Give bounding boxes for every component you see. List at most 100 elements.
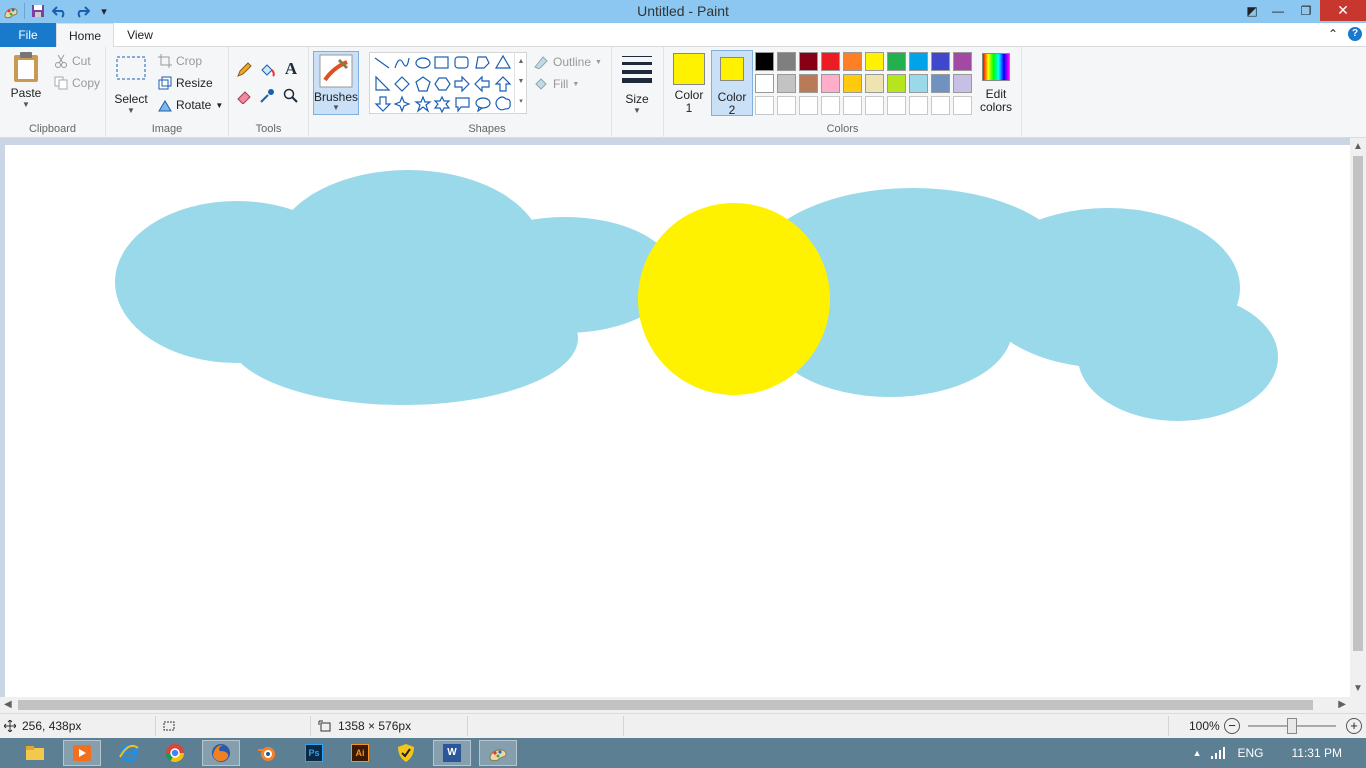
custom-color-slot[interactable]	[909, 96, 928, 115]
custom-color-slot[interactable]	[953, 96, 972, 115]
custom-color-slot[interactable]	[931, 96, 950, 115]
select-button[interactable]: Select ▼	[114, 55, 148, 115]
pencil-icon[interactable]	[235, 61, 253, 79]
palette-color-swatch[interactable]	[887, 52, 906, 71]
scroll-up-icon[interactable]: ▲	[1353, 141, 1363, 152]
custom-color-slot[interactable]	[777, 96, 796, 115]
scroll-right-icon[interactable]: ▶	[1338, 699, 1346, 710]
paint-taskbar-icon[interactable]	[479, 740, 517, 766]
scroll-left-icon[interactable]: ◀	[4, 699, 12, 710]
cloud-callout-shape-icon[interactable]	[495, 96, 511, 111]
palette-color-swatch[interactable]	[843, 52, 862, 71]
tab-home[interactable]: Home	[56, 23, 114, 48]
language-indicator[interactable]: ENG	[1238, 746, 1264, 760]
minimize-button[interactable]: —	[1264, 0, 1292, 21]
six-point-star-shape-icon[interactable]	[433, 95, 451, 114]
color2-button[interactable]: Color 2	[711, 50, 753, 116]
help-icon[interactable]: ?	[1348, 27, 1362, 41]
text-tool-icon[interactable]: A	[282, 59, 300, 78]
line-shape-icon[interactable]	[374, 57, 390, 69]
fill-button[interactable]: Fill ▼	[533, 77, 579, 91]
shapes-scroll[interactable]: ▲ ▼ ▾	[514, 52, 527, 114]
restore-button[interactable]: ❐	[1292, 0, 1320, 21]
collapse-ribbon-icon[interactable]: ⌃	[1328, 27, 1338, 41]
brushes-button[interactable]: Brushes ▼	[313, 51, 359, 115]
left-arrow-shape-icon[interactable]	[474, 75, 490, 93]
oval-callout-shape-icon[interactable]	[475, 97, 491, 113]
palette-color-swatch[interactable]	[909, 74, 928, 93]
resize-button[interactable]: Resize	[158, 76, 213, 90]
internet-explorer-taskbar-icon[interactable]	[110, 740, 148, 766]
help-mode-icon[interactable]: ◩	[1240, 0, 1264, 21]
media-player-taskbar-icon[interactable]	[63, 740, 101, 766]
eraser-icon[interactable]	[235, 87, 253, 105]
curve-shape-icon[interactable]	[394, 57, 410, 69]
palette-color-swatch[interactable]	[821, 74, 840, 93]
color-picker-icon[interactable]	[258, 87, 276, 105]
palette-color-swatch[interactable]	[821, 52, 840, 71]
magnifier-icon[interactable]	[282, 87, 300, 105]
palette-color-swatch[interactable]	[755, 74, 774, 93]
right-arrow-shape-icon[interactable]	[454, 75, 470, 93]
close-button[interactable]: ✕	[1320, 0, 1366, 21]
drawing-canvas[interactable]	[5, 145, 1350, 697]
rounded-rectangle-shape-icon[interactable]	[454, 56, 469, 69]
photoshop-taskbar-icon[interactable]: Ps	[295, 740, 333, 766]
palette-color-swatch[interactable]	[931, 52, 950, 71]
clock[interactable]: 11:31 PM	[1292, 746, 1342, 760]
horizontal-scroll-thumb[interactable]	[18, 700, 1313, 710]
custom-color-slot[interactable]	[843, 96, 862, 115]
rotate-button[interactable]: Rotate ▼	[158, 98, 223, 112]
copy-button[interactable]: Copy	[54, 76, 100, 90]
edit-colors-button[interactable]: Edit colors	[976, 53, 1016, 113]
paste-button[interactable]: Paste ▼	[6, 51, 46, 109]
zoom-slider-thumb[interactable]	[1287, 718, 1297, 734]
custom-color-slot[interactable]	[887, 96, 906, 115]
norton-taskbar-icon[interactable]	[387, 740, 425, 766]
palette-color-swatch[interactable]	[953, 74, 972, 93]
palette-color-swatch[interactable]	[953, 52, 972, 71]
outline-button[interactable]: Outline ▼	[533, 55, 602, 69]
illustrator-taskbar-icon[interactable]: Ai	[341, 740, 379, 766]
chrome-taskbar-icon[interactable]	[156, 740, 194, 766]
rectangle-shape-icon[interactable]	[434, 56, 449, 69]
blender-taskbar-icon[interactable]	[248, 740, 286, 766]
vertical-scrollbar[interactable]: ▲ ▼	[1350, 138, 1366, 697]
five-point-star-shape-icon[interactable]	[414, 95, 432, 113]
polygon-shape-icon[interactable]	[475, 56, 490, 69]
color1-button[interactable]: Color 1	[668, 49, 710, 115]
custom-color-slot[interactable]	[865, 96, 884, 115]
palette-color-swatch[interactable]	[755, 52, 774, 71]
oval-shape-icon[interactable]	[415, 57, 431, 69]
palette-color-swatch[interactable]	[909, 52, 928, 71]
firefox-taskbar-icon[interactable]	[202, 740, 240, 766]
palette-color-swatch[interactable]	[799, 52, 818, 71]
palette-color-swatch[interactable]	[865, 52, 884, 71]
vertical-scroll-thumb[interactable]	[1353, 156, 1363, 651]
palette-color-swatch[interactable]	[887, 74, 906, 93]
zoom-out-button[interactable]: −	[1224, 718, 1240, 734]
size-button[interactable]: Size ▼	[618, 55, 656, 115]
custom-color-slot[interactable]	[755, 96, 774, 115]
fill-bucket-icon[interactable]	[258, 61, 276, 79]
right-triangle-shape-icon[interactable]	[375, 75, 391, 91]
scroll-down-icon[interactable]: ▼	[1353, 683, 1363, 694]
custom-color-slot[interactable]	[821, 96, 840, 115]
four-point-star-shape-icon[interactable]	[393, 95, 411, 113]
word-taskbar-icon[interactable]: W	[433, 740, 471, 766]
file-explorer-taskbar-icon[interactable]	[16, 740, 54, 766]
palette-color-swatch[interactable]	[799, 74, 818, 93]
palette-color-swatch[interactable]	[843, 74, 862, 93]
pentagon-shape-icon[interactable]	[415, 76, 431, 92]
triangle-shape-icon[interactable]	[494, 54, 512, 69]
network-signal-icon[interactable]	[1210, 746, 1226, 760]
palette-color-swatch[interactable]	[931, 74, 950, 93]
show-hidden-icons-icon[interactable]: ▲	[1193, 748, 1202, 758]
custom-color-slot[interactable]	[799, 96, 818, 115]
cut-button[interactable]: Cut	[54, 54, 91, 68]
horizontal-scrollbar[interactable]: ◀ ▶	[0, 697, 1350, 713]
diamond-shape-icon[interactable]	[394, 76, 410, 92]
up-arrow-shape-icon[interactable]	[494, 76, 512, 92]
hexagon-shape-icon[interactable]	[434, 77, 451, 91]
crop-button[interactable]: Crop	[158, 54, 202, 68]
